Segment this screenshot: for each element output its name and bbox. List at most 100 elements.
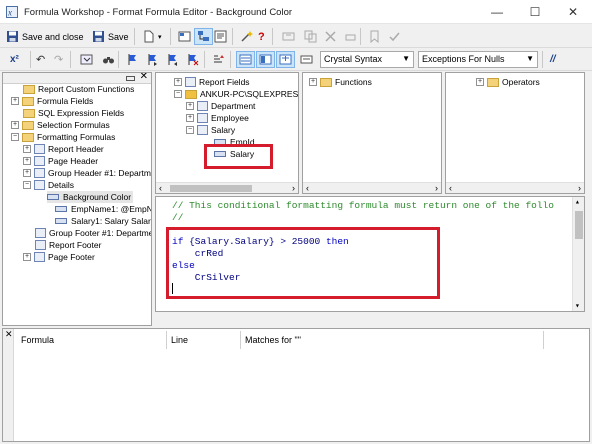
operators-pane[interactable]: + Operators ‹ › bbox=[445, 72, 585, 194]
toggle-bookmark-button[interactable] bbox=[124, 51, 141, 68]
close-icon[interactable]: ✕ bbox=[140, 73, 148, 82]
dropdown-arrow-icon[interactable]: ▾ bbox=[158, 33, 162, 41]
scroll-left-icon[interactable]: ‹ bbox=[449, 183, 452, 193]
clear-button[interactable] bbox=[342, 28, 359, 45]
check-formula-button[interactable]: x² bbox=[8, 51, 21, 68]
column-header-matches[interactable]: Matches for "" bbox=[245, 335, 301, 345]
expand-plus-icon[interactable]: + bbox=[174, 78, 182, 86]
tree-item-operators[interactable]: + Operators bbox=[476, 76, 540, 88]
syntax-mode-button[interactable] bbox=[298, 51, 315, 68]
search-results-panel[interactable]: ✕ Formula Line Matches for "" bbox=[2, 328, 590, 442]
expand-plus-icon[interactable]: + bbox=[23, 157, 31, 165]
expand-plus-icon[interactable]: + bbox=[11, 97, 19, 105]
rename-icon bbox=[282, 32, 295, 41]
functions-horizontal-scrollbar[interactable]: ‹ › bbox=[303, 182, 441, 193]
tree-item-page-footer[interactable]: + Page Footer bbox=[23, 251, 95, 263]
operators-horizontal-scrollbar[interactable]: ‹ › bbox=[446, 182, 584, 193]
show-operators-button[interactable] bbox=[276, 51, 295, 68]
syntax-dropdown[interactable]: Crystal Syntax ▼ bbox=[320, 51, 414, 68]
expand-plus-icon[interactable]: + bbox=[11, 121, 19, 129]
tree-item-department[interactable]: + Department bbox=[186, 100, 255, 112]
scroll-thumb[interactable] bbox=[170, 185, 252, 192]
undo-button[interactable]: ↶ bbox=[34, 51, 47, 68]
tree-item-functions[interactable]: + Functions bbox=[309, 76, 372, 88]
tree-item-employee[interactable]: + Employee bbox=[186, 112, 249, 124]
bookmark-button[interactable] bbox=[366, 28, 383, 45]
scroll-right-icon[interactable]: › bbox=[435, 183, 438, 193]
workshop-tree[interactable]: ✕ Report Custom Functions + Formula Fiel… bbox=[2, 72, 152, 326]
delete-button[interactable] bbox=[322, 28, 339, 45]
column-header-formula[interactable]: Formula bbox=[21, 335, 54, 345]
scroll-right-icon[interactable]: › bbox=[292, 183, 295, 193]
tree-item-formatting-formulas[interactable]: − Formatting Formulas bbox=[11, 131, 115, 143]
maximize-button[interactable]: ☐ bbox=[516, 0, 554, 24]
fields-horizontal-scrollbar[interactable]: ‹ › bbox=[156, 182, 298, 193]
save-button[interactable]: Save bbox=[90, 28, 131, 45]
expand-plus-icon[interactable]: + bbox=[309, 78, 317, 86]
toggle-properties-button[interactable] bbox=[176, 28, 193, 45]
tree-item-report-header[interactable]: + Report Header bbox=[23, 143, 104, 155]
expand-plus-icon[interactable]: + bbox=[23, 169, 31, 177]
rename-button[interactable] bbox=[280, 28, 297, 45]
duplicate-button[interactable] bbox=[302, 28, 319, 45]
column-header-line[interactable]: Line bbox=[171, 335, 188, 345]
expand-plus-icon[interactable]: + bbox=[186, 114, 194, 122]
previous-bookmark-button[interactable] bbox=[164, 51, 181, 68]
tree-item-page-header[interactable]: + Page Header bbox=[23, 155, 98, 167]
scroll-left-icon[interactable]: ‹ bbox=[306, 183, 309, 193]
expand-plus-icon[interactable]: + bbox=[476, 78, 484, 86]
undo-icon: ↶ bbox=[36, 54, 46, 66]
scroll-thumb[interactable] bbox=[575, 211, 583, 239]
scroll-right-icon[interactable]: › bbox=[578, 183, 581, 193]
close-icon[interactable]: ✕ bbox=[5, 329, 13, 340]
toggle-editor-button[interactable] bbox=[212, 28, 229, 45]
tree-item-empname1[interactable]: EmpName1: @EmpNa bbox=[55, 203, 151, 215]
expand-plus-icon[interactable]: + bbox=[186, 102, 194, 110]
check-button[interactable] bbox=[386, 28, 403, 45]
tree-item-report-fields[interactable]: + Report Fields bbox=[174, 76, 250, 88]
tree-item-report-custom-functions[interactable]: Report Custom Functions bbox=[23, 83, 134, 95]
collapse-minus-icon[interactable]: − bbox=[174, 90, 182, 98]
save-and-close-button[interactable]: Save and close bbox=[4, 28, 86, 45]
fields-pane[interactable]: + Report Fields − ANKUR-PC\SQLEXPRES + D… bbox=[155, 72, 299, 194]
tree-item-formula-fields[interactable]: + Formula Fields bbox=[11, 95, 93, 107]
check-icon bbox=[389, 32, 400, 42]
tree-item-background-color[interactable]: Background Color bbox=[47, 191, 134, 203]
tree-item-salary-table[interactable]: − Salary bbox=[186, 124, 235, 136]
help-button[interactable]: ? bbox=[256, 28, 267, 45]
browse-data-button[interactable] bbox=[78, 51, 95, 68]
close-button[interactable]: ✕ bbox=[554, 0, 592, 24]
minimize-button[interactable]: — bbox=[478, 0, 516, 24]
pin-icon[interactable] bbox=[126, 76, 135, 81]
expand-plus-icon[interactable]: + bbox=[23, 253, 31, 261]
sort-tree-button[interactable] bbox=[210, 51, 227, 68]
collapse-minus-icon[interactable]: − bbox=[11, 133, 19, 141]
exceptions-dropdown[interactable]: Exceptions For Nulls ▼ bbox=[418, 51, 538, 68]
scroll-left-icon[interactable]: ‹ bbox=[159, 183, 162, 193]
editor-vertical-scrollbar[interactable]: ▴ ▾ bbox=[572, 197, 584, 311]
tree-item-details[interactable]: − Details bbox=[23, 179, 74, 191]
functions-pane[interactable]: + Functions ‹ › bbox=[302, 72, 442, 194]
toggle-tree-button[interactable] bbox=[194, 28, 213, 45]
show-fields-button[interactable] bbox=[236, 51, 255, 68]
scroll-up-icon[interactable]: ▴ bbox=[575, 197, 580, 207]
scroll-down-icon[interactable]: ▾ bbox=[575, 301, 580, 311]
tree-item-report-footer[interactable]: Report Footer bbox=[35, 239, 101, 251]
use-expert-button[interactable] bbox=[238, 28, 255, 45]
tree-item-sql-expression-fields[interactable]: SQL Expression Fields bbox=[23, 107, 124, 119]
new-button[interactable]: ▾ bbox=[140, 28, 164, 45]
tree-item-group-footer[interactable]: Group Footer #1: Departmen bbox=[35, 227, 151, 239]
find-replace-button[interactable] bbox=[100, 51, 117, 68]
tree-item-salary1[interactable]: Salary1: Salary Salary bbox=[55, 215, 151, 227]
next-bookmark-button[interactable] bbox=[144, 51, 161, 68]
tree-item-database[interactable]: − ANKUR-PC\SQLEXPRES bbox=[174, 88, 298, 100]
collapse-minus-icon[interactable]: − bbox=[186, 126, 194, 134]
comment-button[interactable]: // bbox=[548, 51, 558, 68]
expand-plus-icon[interactable]: + bbox=[23, 145, 31, 153]
redo-button[interactable]: ↷ bbox=[52, 51, 65, 68]
clear-bookmarks-button[interactable] bbox=[184, 51, 201, 68]
tree-item-group-header[interactable]: + Group Header #1: Departme bbox=[23, 167, 151, 179]
tree-item-selection-formulas[interactable]: + Selection Formulas bbox=[11, 119, 110, 131]
collapse-minus-icon[interactable]: − bbox=[23, 181, 31, 189]
show-functions-button[interactable] bbox=[256, 51, 275, 68]
